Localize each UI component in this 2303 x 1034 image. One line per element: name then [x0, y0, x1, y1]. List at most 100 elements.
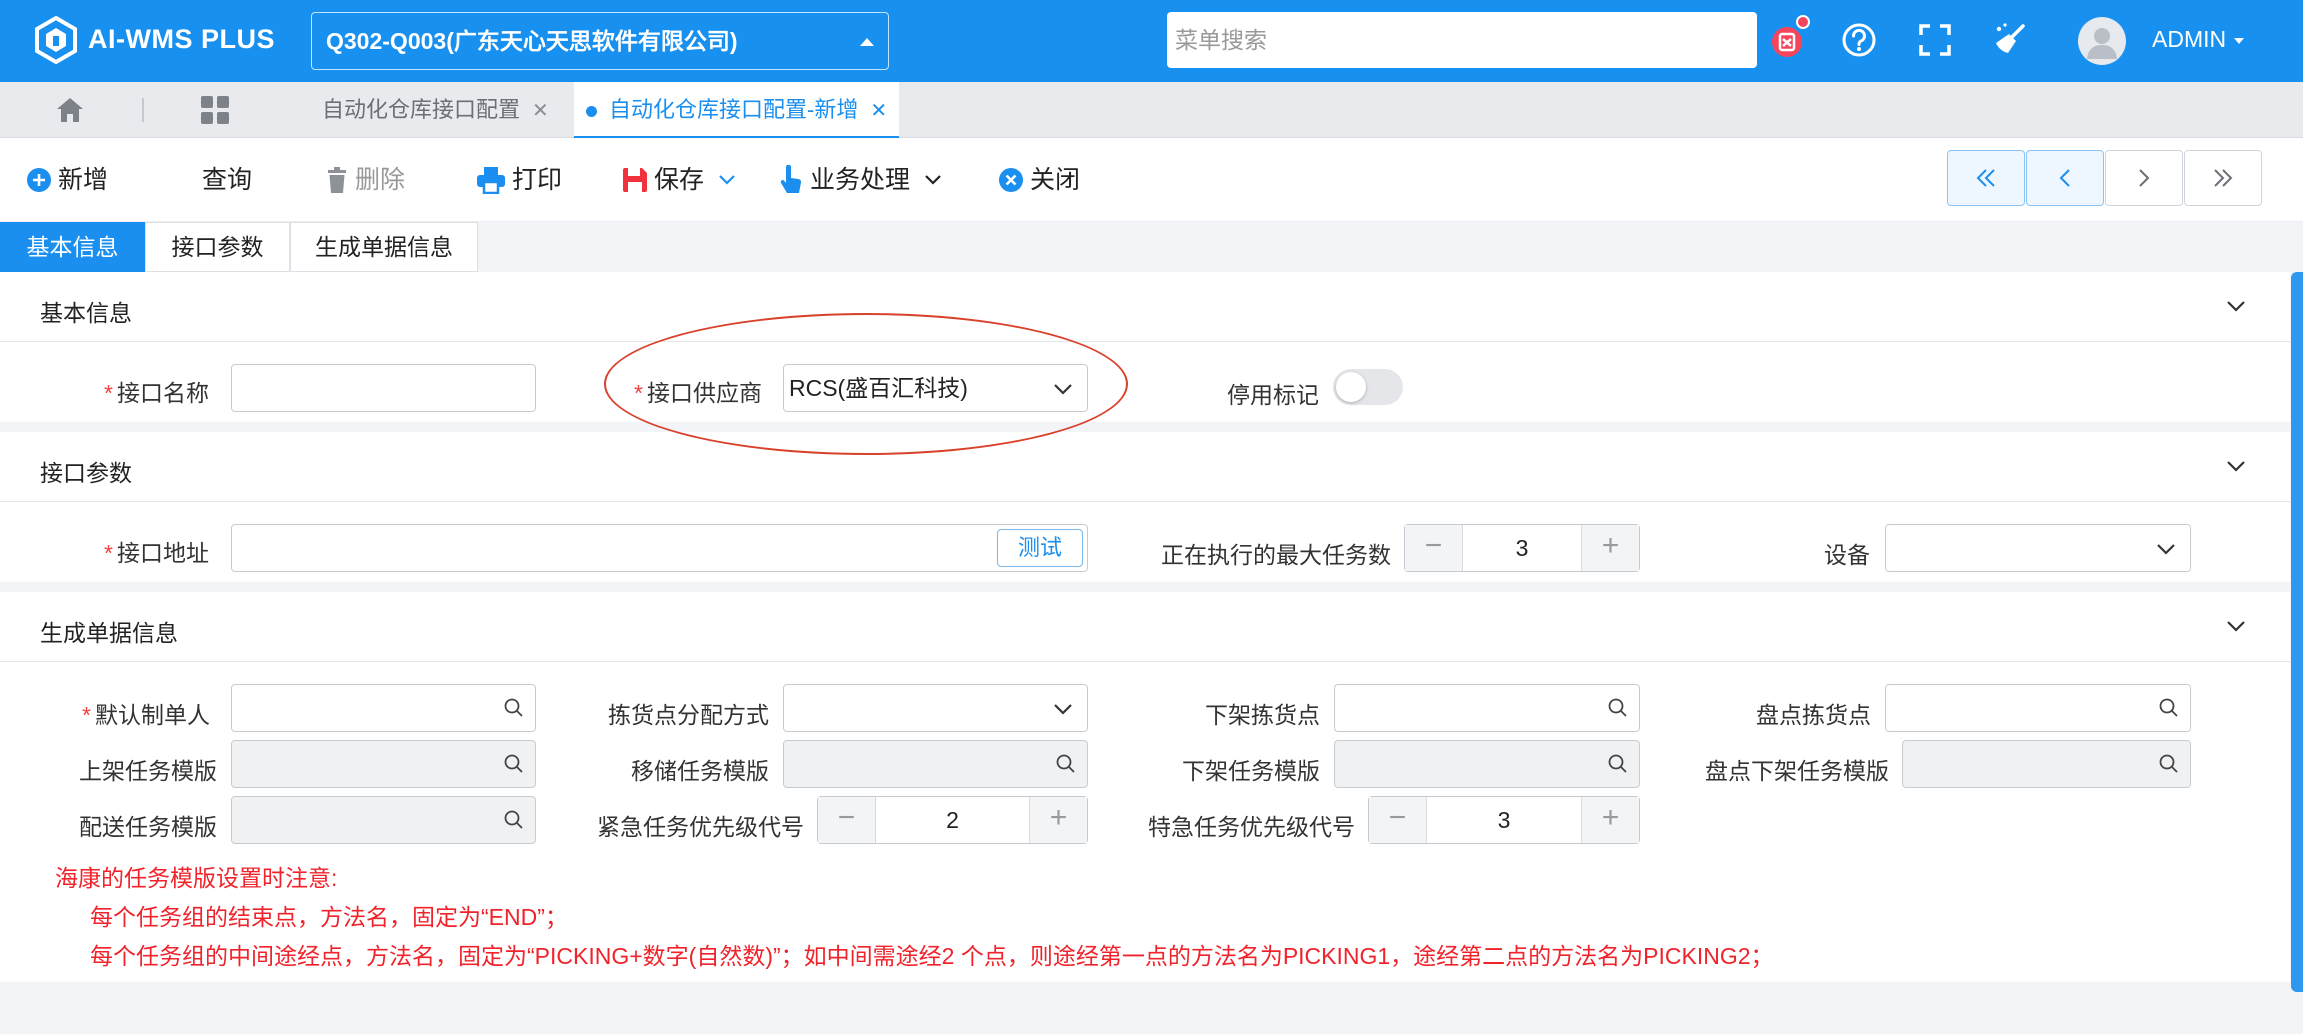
company-name: Q302-Q003(广东天心天思软件有限公司) [326, 28, 738, 54]
page-tab-config-list[interactable]: 自动化仓库接口配置 ✕ [310, 82, 561, 138]
user-menu[interactable]: ADMIN [2152, 26, 2245, 53]
decrement-button[interactable]: − [818, 797, 876, 843]
printer-icon [477, 167, 505, 194]
add-circle-icon [27, 168, 51, 192]
search-icon[interactable] [2158, 697, 2180, 719]
chevron-down-icon [719, 175, 735, 185]
interface-name-input[interactable] [231, 364, 536, 412]
chevron-left-icon [2059, 169, 2070, 187]
pick-alloc-select[interactable] [783, 684, 1088, 732]
interface-url-input[interactable]: 测试 [231, 524, 1088, 572]
decrement-button[interactable]: − [1405, 525, 1463, 571]
save-button[interactable]: 保存 [622, 138, 736, 222]
page-tab-config-new[interactable]: 自动化仓库接口配置-新增 ✕ [574, 82, 900, 138]
page-tab-label: 自动化仓库接口配置 [322, 97, 521, 122]
tab-interface-params[interactable]: 接口参数 [145, 222, 290, 272]
special-priority-label: 特急任务优先级代号 [1148, 814, 1355, 840]
default-creator-input[interactable] [231, 684, 536, 732]
delete-button[interactable]: 删除 [325, 138, 405, 222]
vendor-select[interactable]: RCS(盛百汇科技) [783, 364, 1088, 412]
putaway-template-label: 上架任务模版 [79, 758, 217, 784]
increment-button[interactable]: + [1581, 797, 1639, 843]
chevron-down-icon[interactable] [2226, 299, 2246, 313]
test-button[interactable]: 测试 [997, 529, 1083, 567]
close-button[interactable]: 关闭 [998, 138, 1080, 222]
unload-pick-input[interactable] [1334, 684, 1640, 732]
tab-separator [142, 98, 144, 122]
caret-down-icon [2234, 37, 2245, 44]
search-icon[interactable] [503, 809, 525, 831]
menu-search-input[interactable] [1167, 12, 1757, 68]
chevron-down-icon [1054, 704, 1072, 715]
section-header[interactable]: 生成单据信息 [0, 592, 2290, 662]
tab-basic-info[interactable]: 基本信息 [0, 222, 145, 272]
unload-pick-label: 下架拣货点 [1205, 702, 1320, 728]
business-label: 业务处理 [810, 166, 911, 194]
max-tasks-stepper[interactable]: − 3 + [1404, 524, 1640, 572]
double-chevron-left-icon [1976, 169, 1995, 187]
search-icon[interactable] [503, 753, 525, 775]
delivery-template-label: 配送任务模版 [79, 814, 217, 840]
delivery-template-input[interactable] [231, 796, 536, 844]
special-priority-stepper[interactable]: − 3 + [1368, 796, 1640, 844]
home-icon[interactable] [55, 96, 85, 124]
toolbar: 新增 查询 删除 打印 保存 业务处理 关闭 [0, 138, 2303, 222]
urgent-priority-stepper[interactable]: − 2 + [817, 796, 1088, 844]
print-button[interactable]: 打印 [476, 138, 562, 222]
search-icon[interactable] [1607, 753, 1629, 775]
fullscreen-button[interactable] [1914, 19, 1956, 61]
search-icon[interactable] [1055, 753, 1077, 775]
increment-button[interactable]: + [1581, 525, 1639, 571]
note-line-2: 每个任务组的中间途经点，方法名，固定为“PICKING+数字(自然数)”；如中间… [90, 943, 1774, 969]
move-template-input[interactable] [783, 740, 1088, 788]
chevron-down-icon[interactable] [2226, 619, 2246, 633]
unload-template-input[interactable] [1334, 740, 1640, 788]
decrement-button[interactable]: − [1369, 797, 1427, 843]
section-document-info: 生成单据信息 * 默认制单人 拣货点分配方式 下架拣货点 盘点拣货点 上架任务模版… [0, 592, 2290, 982]
clean-button[interactable] [1989, 19, 2031, 61]
add-button[interactable]: 新增 [26, 138, 108, 222]
close-icon[interactable]: ✕ [532, 100, 549, 122]
special-priority-value: 3 [1497, 807, 1511, 833]
caret-up-icon [860, 38, 874, 46]
section-title: 接口参数 [40, 460, 132, 486]
interface-name-label: * 接口名称 [104, 380, 209, 406]
chevron-down-icon [2157, 544, 2175, 555]
company-selector[interactable]: Q302-Q003(广东天心天思软件有限公司) [311, 12, 889, 70]
clear-cache-button[interactable] [1766, 15, 1810, 61]
previous-record-button[interactable] [2026, 150, 2104, 206]
pick-alloc-label: 拣货点分配方式 [608, 702, 769, 728]
close-icon[interactable]: ✕ [870, 100, 887, 122]
next-record-button[interactable] [2105, 150, 2183, 206]
business-menu-button[interactable]: 业务处理 [778, 138, 942, 222]
putaway-template-input[interactable] [231, 740, 536, 788]
query-button[interactable]: 查询 [202, 138, 252, 222]
grid-icon[interactable] [200, 95, 230, 125]
fullscreen-icon [1919, 24, 1951, 56]
increment-button[interactable]: + [1029, 797, 1087, 843]
count-pick-input[interactable] [1885, 684, 2191, 732]
help-button[interactable] [1838, 19, 1880, 61]
device-select[interactable] [1885, 524, 2191, 572]
disabled-flag-label: 停用标记 [1227, 382, 1319, 408]
chevron-down-icon[interactable] [2226, 459, 2246, 473]
search-icon[interactable] [503, 697, 525, 719]
section-interface-params: 接口参数 * 接口地址 测试 正在执行的最大任务数 − 3 + 设备 [0, 432, 2290, 582]
trash-icon [328, 167, 346, 193]
search-icon[interactable] [2158, 753, 2180, 775]
avatar[interactable] [2078, 17, 2126, 65]
last-record-button[interactable] [2184, 150, 2262, 206]
hand-pointer-icon [780, 165, 802, 193]
tab-document-info[interactable]: 生成单据信息 [290, 222, 478, 272]
page-tab-bar: 自动化仓库接口配置 ✕ 自动化仓库接口配置-新增 ✕ [0, 82, 2303, 138]
scrollbar-thumb[interactable] [2291, 272, 2303, 992]
section-header[interactable]: 接口参数 [0, 432, 2290, 502]
chevron-right-icon [2139, 169, 2150, 187]
first-record-button[interactable] [1947, 150, 2025, 206]
section-header[interactable]: 基本信息 [0, 272, 2290, 342]
top-bar: AI-WMS PLUS Q302-Q003(广东天心天思软件有限公司) 菜单搜索… [0, 0, 2303, 82]
disabled-flag-toggle[interactable] [1333, 369, 1403, 405]
search-icon[interactable] [1607, 697, 1629, 719]
note-line-1: 每个任务组的结束点，方法名，固定为“END”； [90, 904, 568, 930]
count-unload-template-input[interactable] [1902, 740, 2191, 788]
